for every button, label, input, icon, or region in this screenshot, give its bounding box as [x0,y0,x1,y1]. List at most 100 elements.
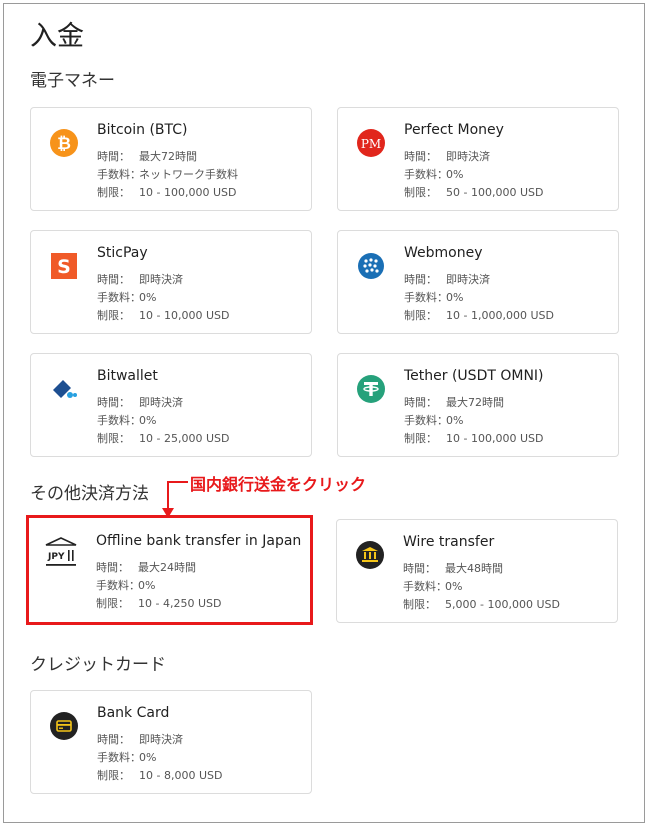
limit-value: 10 - 100,000 USD [446,432,544,445]
limit-row: 制限： 10 - 100,000 USD [97,184,236,200]
svg-text:S: S [57,256,71,278]
limit-value: 10 - 1,000,000 USD [446,309,554,322]
perfect-money-icon: PM [356,128,386,158]
fee-value: 0% [139,414,157,427]
time-label: 時間： [97,150,130,163]
method-name: Bank Card [97,705,170,721]
time-row: 時間： 最大48時間 [403,560,503,576]
time-value: 即時決済 [139,273,183,286]
fee-row: 手数料：0% [404,166,463,182]
limit-row: 制限： 10 - 8,000 USD [97,767,222,783]
limit-label: 制限： [403,598,436,611]
annotation-highlight-box [26,515,313,625]
time-row: 時間： 即時決済 [404,148,490,164]
payment-card-tether[interactable]: Tether (USDT OMNI) 時間： 最大72時間 手数料：0% 制限： 1… [337,353,619,457]
fee-value: 0% [139,751,157,764]
method-name: Bitwallet [97,368,158,384]
fee-label: 手数料： [404,168,448,181]
time-label: 時間： [97,733,130,746]
payment-card-webmoney[interactable]: Webmoney 時間： 即時決済 手数料：0% 制限： 10 - 1,000,00… [337,230,619,334]
fee-row: 手数料：0% [97,749,156,765]
limit-label: 制限： [404,432,437,445]
svg-text:₿: ₿ [57,134,71,154]
method-name: Webmoney [404,245,483,261]
time-row: 時間： 即時決済 [404,271,490,287]
time-value: 即時決済 [139,733,183,746]
payment-card-bank-card[interactable]: Bank Card 時間： 即時決済 手数料：0% 制限： 10 - 8,000 U… [30,690,312,794]
section-title-credit-card: クレジットカード [30,655,166,675]
method-name: Wire transfer [403,534,495,550]
fee-label: 手数料： [97,291,141,304]
svg-text:PM: PM [361,137,381,151]
payment-card-perfect-money[interactable]: PM Perfect Money 時間： 即時決済 手数料：0% 制限： 50 - … [337,107,619,211]
limit-label: 制限： [404,309,437,322]
time-value: 即時決済 [139,396,183,409]
limit-label: 制限： [404,186,437,199]
page-title: 入金 [30,21,84,52]
time-row: 時間： 最大72時間 [404,394,504,410]
fee-value: 0% [139,291,157,304]
annotation-text: 国内銀行送金をクリック [190,475,367,494]
fee-row: 手数料：0% [97,289,156,305]
payment-card-wire-transfer[interactable]: Wire transfer 時間： 最大48時間 手数料：0% 制限： 5,000 … [336,519,618,623]
webmoney-icon [356,251,386,281]
fee-label: 手数料： [97,168,141,181]
limit-value: 10 - 8,000 USD [139,769,223,782]
fee-row: 手数料：0% [404,412,463,428]
time-value: 最大72時間 [446,396,504,409]
time-label: 時間： [403,562,436,575]
limit-row: 制限： 10 - 25,000 USD [97,430,229,446]
fee-value: ネットワーク手数料 [139,168,238,181]
payment-card-bitcoin[interactable]: ₿ Bitcoin (BTC) 時間： 最大72時間 手数料：ネットワーク手数料 … [30,107,312,211]
limit-value: 10 - 100,000 USD [139,186,237,199]
time-value: 最大48時間 [445,562,503,575]
method-name: Tether (USDT OMNI) [404,368,544,384]
time-label: 時間： [97,273,130,286]
fee-value: 0% [445,580,463,593]
limit-row: 制限： 50 - 100,000 USD [404,184,543,200]
limit-value: 50 - 100,000 USD [446,186,544,199]
time-label: 時間： [97,396,130,409]
sticpay-icon: S [49,251,79,281]
time-row: 時間： 即時決済 [97,394,183,410]
time-row: 時間： 即時決済 [97,271,183,287]
fee-row: 手数料：ネットワーク手数料 [97,166,238,182]
method-name: SticPay [97,245,148,261]
limit-label: 制限： [97,769,130,782]
fee-label: 手数料： [97,414,141,427]
fee-value: 0% [446,414,464,427]
fee-value: 0% [446,168,464,181]
fee-row: 手数料：0% [403,578,462,594]
fee-label: 手数料： [97,751,141,764]
time-row: 時間： 最大72時間 [97,148,197,164]
bitcoin-icon: ₿ [49,128,79,158]
fee-label: 手数料： [403,580,447,593]
fee-value: 0% [446,291,464,304]
fee-row: 手数料：0% [97,412,156,428]
bank-icon [355,540,385,570]
bitwallet-icon [49,374,79,404]
fee-label: 手数料： [404,291,448,304]
limit-label: 制限： [97,432,130,445]
credit-card-icon [49,711,79,741]
payment-card-sticpay[interactable]: S SticPay 時間： 即時決済 手数料：0% 制限： 10 - 10,000 … [30,230,312,334]
limit-value: 10 - 10,000 USD [139,309,230,322]
limit-label: 制限： [97,186,130,199]
time-value: 即時決済 [446,273,490,286]
time-value: 即時決済 [446,150,490,163]
limit-row: 制限： 10 - 1,000,000 USD [404,307,554,323]
time-label: 時間： [404,396,437,409]
limit-value: 10 - 25,000 USD [139,432,230,445]
time-value: 最大72時間 [139,150,197,163]
payment-card-bitwallet[interactable]: Bitwallet 時間： 即時決済 手数料：0% 制限： 10 - 25,000 … [30,353,312,457]
fee-row: 手数料：0% [404,289,463,305]
limit-row: 制限： 10 - 100,000 USD [404,430,543,446]
fee-label: 手数料： [404,414,448,427]
limit-value: 5,000 - 100,000 USD [445,598,560,611]
method-name: Bitcoin (BTC) [97,122,188,138]
time-row: 時間： 即時決済 [97,731,183,747]
method-name: Perfect Money [404,122,504,138]
section-title-e-money: 電子マネー [30,71,115,91]
limit-label: 制限： [97,309,130,322]
limit-row: 制限： 10 - 10,000 USD [97,307,229,323]
